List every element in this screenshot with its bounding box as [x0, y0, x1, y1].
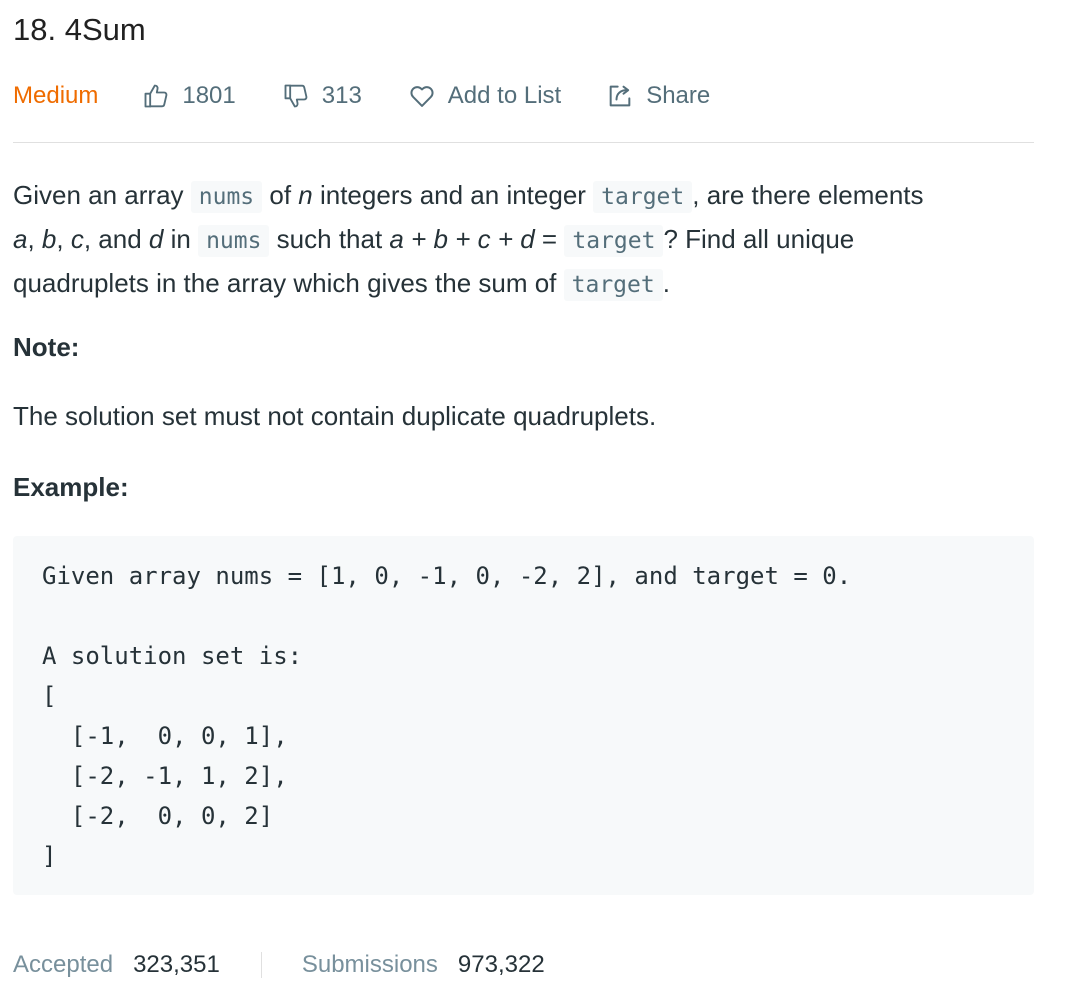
inline-code-target: target: [564, 225, 664, 257]
note-heading: Note:: [13, 332, 80, 362]
share-button[interactable]: Share: [606, 82, 710, 110]
description-line-3: quadruplets in the array which gives the…: [13, 262, 1034, 306]
dislike-count: 313: [321, 82, 362, 109]
description-line-1: Given an array nums of n integers and an…: [13, 174, 1034, 218]
share-label: Share: [646, 82, 711, 109]
description-line-2: a, b, c, and d in nums such that a + b +…: [13, 218, 1034, 262]
problem-description: Given an array nums of n integers and an…: [13, 174, 1034, 306]
submission-stats: Accepted 323,351 Submissions 973,322: [13, 946, 545, 984]
example-code: Given array nums = [1, 0, -1, 0, -2, 2],…: [42, 562, 852, 870]
example-code-block: Given array nums = [1, 0, -1, 0, -2, 2],…: [13, 536, 1034, 895]
like-button[interactable]: 1801: [142, 82, 236, 110]
inline-code-nums: nums: [198, 225, 270, 257]
thumbs-up-icon: [144, 84, 168, 108]
inline-code-nums: nums: [190, 181, 263, 213]
add-to-list-label: Add to List: [447, 82, 562, 109]
add-to-list-button[interactable]: Add to List: [408, 82, 561, 110]
like-count: 1801: [182, 82, 236, 109]
inline-code-target: target: [563, 269, 663, 301]
submissions-count: 973,322: [457, 951, 545, 978]
stats-divider: [260, 952, 262, 978]
problem-title: 18. 4Sum: [13, 12, 146, 47]
heart-icon: [410, 86, 434, 107]
difficulty-badge: Medium: [13, 82, 99, 109]
header-divider: [13, 142, 1034, 143]
note-text: The solution set must not contain duplic…: [13, 401, 657, 431]
problem-meta-bar: Medium 1801 313 Add to List Share: [13, 78, 710, 114]
submissions-label: Submissions: [301, 951, 438, 978]
thumbs-down-icon: [284, 84, 308, 108]
accepted-count: 323,351: [133, 951, 220, 978]
dislike-button[interactable]: 313: [282, 82, 362, 110]
example-heading: Example:: [13, 472, 129, 502]
share-icon: [609, 85, 631, 107]
inline-code-target: target: [593, 181, 693, 213]
accepted-label: Accepted: [13, 951, 114, 978]
